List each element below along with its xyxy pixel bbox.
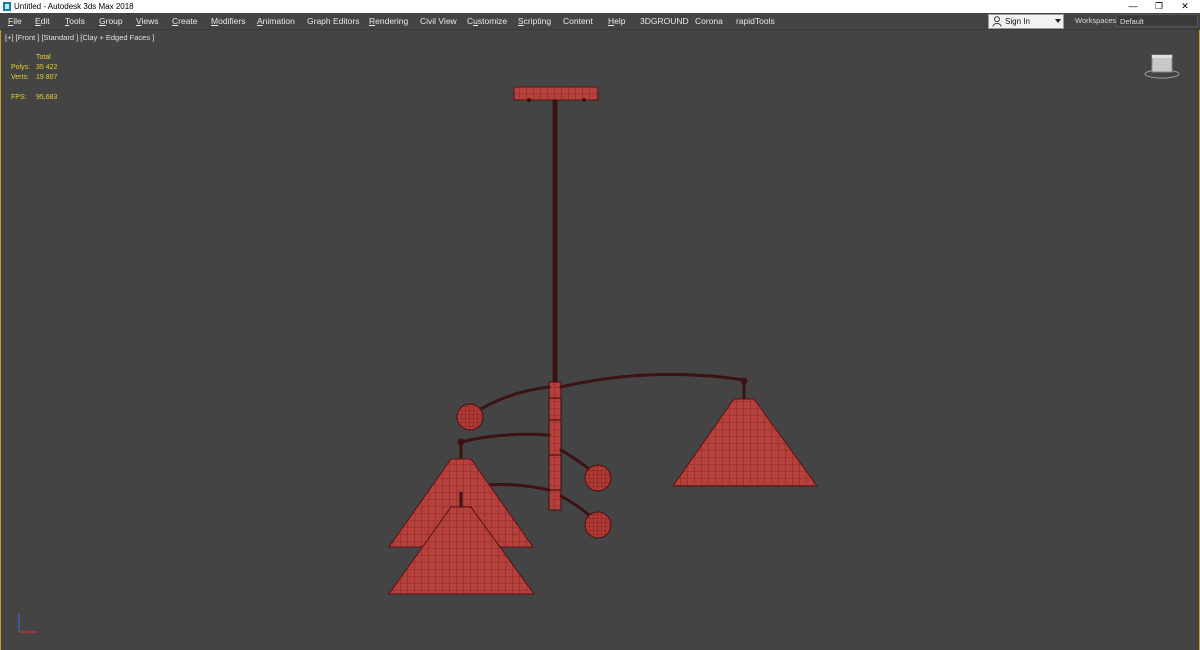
person-icon — [992, 16, 1002, 27]
menu-rapidtools[interactable]: rapidTools — [736, 13, 775, 29]
down-rod — [552, 99, 558, 385]
fps-label: FPS: — [11, 94, 27, 101]
polys-label: Polys: — [11, 64, 31, 71]
counterweight-sphere — [456, 403, 484, 431]
menu-group[interactable]: Group — [99, 13, 123, 29]
menu-3dground[interactable]: 3DGROUND — [640, 13, 689, 29]
maximize-button[interactable]: ❐ — [1146, 0, 1172, 13]
minimize-button[interactable]: — — [1120, 0, 1146, 13]
menu-help[interactable]: Help — [608, 13, 625, 29]
menu-corona[interactable]: Corona — [695, 13, 723, 29]
menu-modifiers[interactable]: Modifiers — [211, 13, 246, 29]
menu-graph-editors[interactable]: Graph Editors — [307, 13, 359, 29]
close-button[interactable]: ✕ — [1172, 0, 1198, 13]
title-bar: Untitled - Autodesk 3ds Max 2018 — ❐ ✕ — [0, 0, 1200, 13]
menu-civil-view[interactable]: Civil View — [420, 13, 457, 29]
verts-label: Verts: — [11, 74, 29, 81]
app-icon — [3, 2, 11, 11]
menu-content[interactable]: Content — [563, 13, 593, 29]
sign-in-label: Sign In — [1005, 17, 1030, 26]
menu-file[interactable]: File — [8, 13, 22, 29]
lamp-shade — [672, 384, 818, 487]
center-hub — [548, 381, 562, 511]
viewport-label-menu[interactable]: [+] [Front ] [Standard ] [Clay + Edged F… — [5, 33, 154, 42]
menu-bar: File Edit Tools Group Views Create Modif… — [0, 13, 1200, 30]
menu-create[interactable]: Create — [172, 13, 198, 29]
menu-rendering[interactable]: Rendering — [369, 13, 408, 29]
menu-views[interactable]: Views — [136, 13, 159, 29]
menu-customize[interactable]: Customize — [467, 13, 507, 29]
counterweight-sphere — [584, 511, 612, 539]
menu-scripting[interactable]: Scripting — [518, 13, 551, 29]
window-title: Untitled - Autodesk 3ds Max 2018 — [14, 2, 134, 11]
workspace-select[interactable]: Default — [1116, 14, 1198, 27]
axis-tripod-icon — [18, 614, 37, 633]
viewcube-icon[interactable] — [1144, 52, 1180, 80]
stats-header: Total — [36, 54, 51, 61]
chevron-down-icon — [1055, 19, 1061, 23]
scene-render[interactable] — [1, 30, 1200, 650]
verts-value: 19 807 — [36, 74, 58, 81]
fps-value: 95,683 — [36, 94, 58, 101]
polys-value: 35 422 — [36, 64, 58, 71]
menu-edit[interactable]: Edit — [35, 13, 50, 29]
menu-tools[interactable]: Tools — [65, 13, 85, 29]
front-viewport[interactable]: [+] [Front ] [Standard ] [Clay + Edged F… — [0, 30, 1200, 650]
menu-animation[interactable]: Animation — [257, 13, 295, 29]
workspaces-label: Workspaces: — [1075, 16, 1119, 25]
counterweight-sphere — [584, 464, 612, 492]
sign-in-dropdown[interactable]: Sign In — [988, 14, 1064, 29]
